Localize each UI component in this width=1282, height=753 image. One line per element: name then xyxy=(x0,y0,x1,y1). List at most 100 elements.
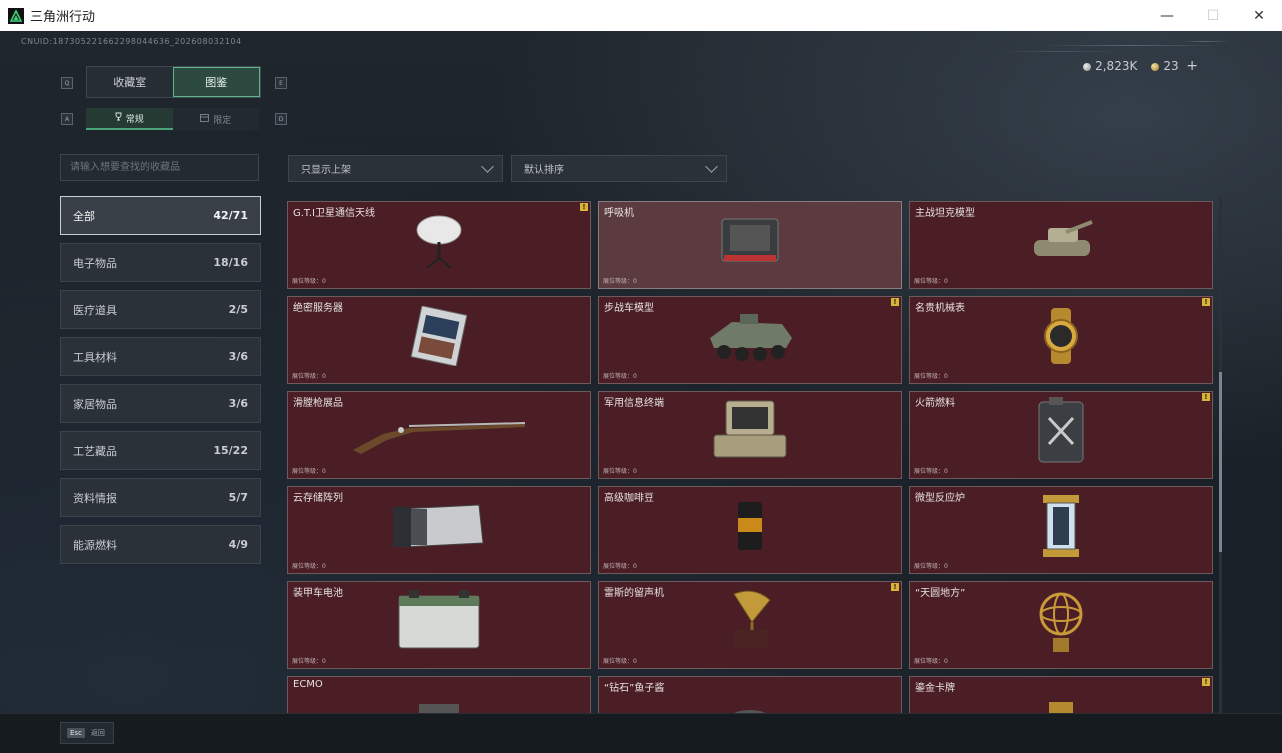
collection-item-card[interactable]: 主战坦克模型 展位等级：0 xyxy=(909,201,1213,289)
add-currency-button[interactable]: + xyxy=(1186,58,1198,74)
grid-scrollbar[interactable] xyxy=(1219,197,1222,721)
collection-item-card[interactable]: “钻石”鱼子酱展位等级：0 xyxy=(598,676,902,715)
shelf-filter-value: 只显示上架 xyxy=(301,165,351,176)
box-icon xyxy=(200,113,210,125)
collection-item-card[interactable]: 装甲车电池展位等级：0 xyxy=(287,581,591,669)
display-level-text: 展位等级：0 xyxy=(292,563,326,570)
item-name: 呼吸机 xyxy=(604,208,634,219)
musket-icon xyxy=(349,406,529,460)
main-tabs: 收藏室 图鉴 xyxy=(86,66,261,98)
collection-item-card[interactable]: ECMO展位等级：0 xyxy=(287,676,591,715)
category-item-household[interactable]: 家居物品 3/6 xyxy=(60,384,261,423)
collection-item-card[interactable]: 雷斯的留声机! 展位等级：0 xyxy=(598,581,902,669)
category-count: 2/5 xyxy=(228,303,248,316)
tab-catalog[interactable]: 图鉴 xyxy=(172,67,260,97)
collection-item-card[interactable]: 微型反应炉 展位等级：0 xyxy=(909,486,1213,574)
collection-item-card[interactable]: G.T.I卫星通信天线! 展位等级：0 xyxy=(287,201,591,289)
maximize-button[interactable]: ☐ xyxy=(1190,0,1236,31)
bottom-bar: Esc 返回 xyxy=(0,713,1282,753)
category-label: 全部 xyxy=(73,209,95,223)
collection-item-card[interactable]: 火箭燃料! 展位等级：0 xyxy=(909,391,1213,479)
search-input[interactable] xyxy=(60,154,259,181)
display-level-text: 展位等级：0 xyxy=(292,468,326,475)
item-name: 滑膛枪展品 xyxy=(293,398,343,409)
sort-dropdown[interactable]: 默认排序 xyxy=(511,155,727,182)
category-item-energy[interactable]: 能源燃料 4/9 xyxy=(60,525,261,564)
window-title: 三角洲行动 xyxy=(30,10,96,25)
back-button[interactable]: Esc 返回 xyxy=(60,722,114,744)
item-name: 装甲车电池 xyxy=(293,588,343,599)
category-label: 电子物品 xyxy=(73,256,117,270)
item-name: 军用信息终端 xyxy=(604,398,664,409)
display-level-text: 展位等级：0 xyxy=(914,278,948,285)
gramophone-icon xyxy=(724,586,776,660)
new-badge-icon: ! xyxy=(1202,393,1210,401)
trophy-icon xyxy=(115,112,122,124)
item-name: 火箭燃料 xyxy=(915,398,955,409)
category-count: 18/16 xyxy=(213,256,248,269)
category-item-medical[interactable]: 医疗道具 2/5 xyxy=(60,290,261,329)
sort-value: 默认排序 xyxy=(524,165,564,176)
display-level-text: 展位等级：0 xyxy=(292,658,326,665)
category-count: 15/22 xyxy=(213,444,248,457)
close-button[interactable]: ✕ xyxy=(1236,0,1282,31)
collection-item-card[interactable]: “天圆地方” 展位等级：0 xyxy=(909,581,1213,669)
gold-currency: 23 + xyxy=(1151,58,1198,74)
item-name: 鎏金卡牌 xyxy=(915,683,955,694)
ventilator-icon xyxy=(718,215,782,271)
collection-item-card[interactable]: 名贵机械表! 展位等级：0 xyxy=(909,296,1213,384)
display-level-text: 展位等级：0 xyxy=(603,278,637,285)
item-name: “天圆地方” xyxy=(915,588,966,599)
subtab-regular[interactable]: 常规 xyxy=(86,108,173,130)
subtab-limited[interactable]: 限定 xyxy=(172,108,259,130)
new-badge-icon: ! xyxy=(891,583,899,591)
item-name: G.T.I卫星通信天线 xyxy=(293,208,375,219)
satellite-dish-icon xyxy=(409,210,469,276)
category-label: 能源燃料 xyxy=(73,538,117,552)
fuel-canister-icon xyxy=(1033,396,1089,470)
item-name: ECMO xyxy=(293,679,323,690)
display-level-text: 展位等级：0 xyxy=(603,658,637,665)
collection-item-card[interactable]: 呼吸机展位等级：0 xyxy=(598,201,902,289)
back-label: 返回 xyxy=(90,729,105,737)
item-name: 微型反应炉 xyxy=(915,493,965,504)
tank-model-icon xyxy=(1026,214,1096,272)
item-name: 云存储阵列 xyxy=(293,493,343,504)
storage-array-icon xyxy=(389,499,489,557)
key-hint-d: D xyxy=(275,113,287,125)
item-name: 绝密服务器 xyxy=(293,303,343,314)
category-count: 3/6 xyxy=(228,350,248,363)
decor-streak xyxy=(1000,51,1120,52)
category-label: 资料情报 xyxy=(73,491,117,505)
display-level-text: 展位等级：0 xyxy=(914,373,948,380)
category-item-intel[interactable]: 资料情报 5/7 xyxy=(60,478,261,517)
item-name: “钻石”鱼子酱 xyxy=(604,683,665,694)
collection-item-card[interactable]: 绝密服务器 展位等级：0 xyxy=(287,296,591,384)
shelf-filter-dropdown[interactable]: 只显示上架 xyxy=(288,155,503,182)
category-label: 家居物品 xyxy=(73,397,117,411)
collection-item-card[interactable]: 滑膛枪展品展位等级：0 xyxy=(287,391,591,479)
scrollbar-thumb[interactable] xyxy=(1219,372,1222,552)
minimize-button[interactable]: — xyxy=(1144,0,1190,31)
armillary-sphere-icon xyxy=(1034,586,1088,660)
category-item-all[interactable]: 全部 42/71 xyxy=(60,196,261,235)
server-icon xyxy=(404,305,474,370)
category-item-crafts[interactable]: 工艺藏品 15/22 xyxy=(60,431,261,470)
category-item-tools[interactable]: 工具材料 3/6 xyxy=(60,337,261,376)
tab-collection-room[interactable]: 收藏室 xyxy=(87,67,173,97)
collection-item-card[interactable]: 高级咖啡豆 展位等级：0 xyxy=(598,486,902,574)
battery-icon xyxy=(393,588,485,658)
key-hint-e: E xyxy=(275,77,287,89)
display-level-text: 展位等级：0 xyxy=(914,468,948,475)
sub-tabs: 常规 限定 xyxy=(86,108,259,130)
collection-item-card[interactable]: 鎏金卡牌!展位等级：0 xyxy=(909,676,1213,715)
category-item-electronics[interactable]: 电子物品 18/16 xyxy=(60,243,261,282)
collection-item-card[interactable]: 云存储阵列展位等级：0 xyxy=(287,486,591,574)
collection-grid: G.T.I卫星通信天线! 展位等级：0 呼吸机 展位等级：0 主战坦克模型 展位等级：0 绝… xyxy=(287,201,1215,715)
gold-amount: 23 xyxy=(1163,59,1179,73)
terminal-icon xyxy=(710,399,790,467)
collection-item-card[interactable]: 军用信息终端 展位等级：0 xyxy=(598,391,902,479)
collection-item-card[interactable]: 步战车模型! 展位等级：0 xyxy=(598,296,902,384)
new-badge-icon: ! xyxy=(580,203,588,211)
display-level-text: 展位等级：0 xyxy=(292,278,326,285)
